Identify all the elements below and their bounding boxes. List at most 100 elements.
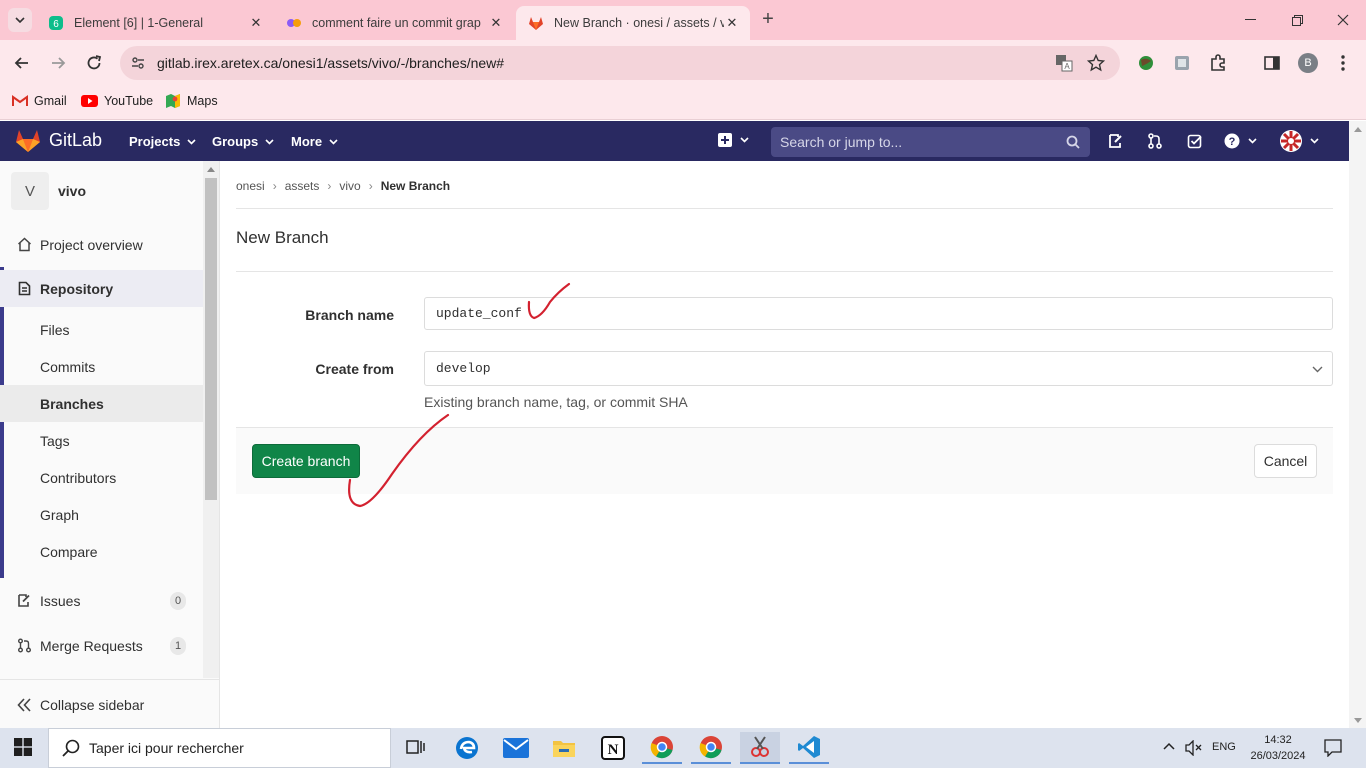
back-button[interactable] <box>12 53 32 73</box>
browser-tab[interactable]: comment faire un commit grap ✕ <box>274 6 514 40</box>
bookmark-star-icon[interactable] <box>1087 54 1105 72</box>
extensions-puzzle-icon[interactable] <box>1209 54 1227 72</box>
new-tab-button[interactable]: + <box>758 9 778 30</box>
nav-more[interactable]: More <box>291 134 338 149</box>
extension-icon[interactable] <box>1173 54 1191 72</box>
forward-button[interactable] <box>48 53 68 73</box>
breadcrumb-current: New Branch <box>380 179 451 193</box>
sidebar-item-label: Files <box>40 321 70 338</box>
start-button[interactable] <box>14 738 32 756</box>
nav-label: Projects <box>129 134 181 149</box>
search-icon <box>62 739 80 757</box>
gitlab-brand: GitLab <box>49 130 103 150</box>
minimize-icon <box>1244 19 1256 20</box>
cancel-button[interactable]: Cancel <box>1254 444 1317 478</box>
sidebar-item-contributors[interactable]: Contributors <box>0 459 203 496</box>
edge-icon <box>456 737 478 759</box>
chevron-down-icon <box>1248 138 1257 144</box>
breadcrumb-link[interactable]: onesi <box>236 179 265 193</box>
sidebar-item-label: Commits <box>40 358 96 375</box>
breadcrumb-link[interactable]: vivo <box>339 179 360 193</box>
scrollbar-thumb[interactable] <box>205 178 217 500</box>
gmail-icon <box>12 95 28 107</box>
svg-text:?: ? <box>1229 136 1236 148</box>
profile-avatar[interactable]: B <box>1298 53 1318 73</box>
show-hidden-icons-button[interactable] <box>1163 742 1175 750</box>
sidebar-item-graph[interactable]: Graph <box>0 496 203 533</box>
help-menu-button[interactable]: ? <box>1224 133 1257 149</box>
issues-nav-button[interactable] <box>1108 133 1124 149</box>
taskbar-notion[interactable]: N <box>593 732 633 764</box>
translate-icon[interactable]: A <box>1055 54 1073 72</box>
taskbar-paint[interactable] <box>740 732 780 764</box>
reload-button[interactable] <box>84 53 104 73</box>
issues-icon <box>17 593 32 608</box>
sidebar-scrollbar[interactable] <box>203 161 219 678</box>
nav-groups[interactable]: Groups <box>212 134 274 149</box>
sidebar-item-merge-requests[interactable]: Merge Requests 1 <box>0 627 203 664</box>
taskbar-chrome-profile[interactable] <box>691 732 731 764</box>
home-icon <box>17 237 32 252</box>
sidebar-item-branches[interactable]: Branches <box>0 385 203 422</box>
search-input[interactable]: Search or jump to... <box>771 127 1090 157</box>
bookmark-youtube[interactable]: YouTube <box>81 92 153 110</box>
chevron-down-icon <box>1312 366 1323 373</box>
close-icon[interactable]: ✕ <box>724 15 740 31</box>
side-panel-icon[interactable] <box>1263 54 1281 72</box>
scroll-up-arrow[interactable] <box>207 167 215 172</box>
volume-button[interactable] <box>1185 740 1203 756</box>
scroll-up-arrow[interactable] <box>1354 127 1362 132</box>
taskbar-mail[interactable] <box>496 732 536 764</box>
merge-requests-nav-button[interactable] <box>1147 133 1163 149</box>
create-from-select[interactable]: develop <box>424 351 1333 386</box>
sidebar-item-compare[interactable]: Compare <box>0 533 203 570</box>
browser-menu-icon[interactable] <box>1335 54 1351 72</box>
address-bar[interactable]: gitlab.irex.aretex.ca/onesi1/assets/vivo… <box>120 46 1120 80</box>
gitlab-home-link[interactable]: GitLab <box>15 128 102 153</box>
minimize-window-button[interactable] <box>1240 10 1260 30</box>
nav-projects[interactable]: Projects <box>129 134 196 149</box>
taskbar-edge[interactable] <box>447 732 487 764</box>
user-menu-button[interactable] <box>1280 130 1319 152</box>
sidebar-item-tags[interactable]: Tags <box>0 422 203 459</box>
restore-window-button[interactable] <box>1287 10 1307 30</box>
browser-tab[interactable]: 6 Element [6] | 1-General ✕ <box>36 6 274 40</box>
page-scrollbar[interactable] <box>1349 121 1366 728</box>
collapse-sidebar-button[interactable]: Collapse sidebar <box>0 686 219 723</box>
chevron-down-icon <box>329 138 338 145</box>
taskbar-chrome[interactable] <box>642 732 682 764</box>
sidebar-item-label: Graph <box>40 506 79 523</box>
sidebar-item-commits[interactable]: Commits <box>0 348 203 385</box>
tab-search-button[interactable] <box>8 8 32 32</box>
new-menu-button[interactable] <box>718 133 749 147</box>
sidebar-project-header[interactable]: V vivo <box>11 172 86 210</box>
task-view-button[interactable] <box>396 732 436 764</box>
help-icon: ? <box>1224 133 1240 149</box>
sidebar-item-issues[interactable]: Issues 0 <box>0 582 203 619</box>
sidebar-item-label: Branches <box>40 395 104 412</box>
restore-icon <box>1291 14 1303 26</box>
taskbar-file-explorer[interactable] <box>544 732 584 764</box>
sidebar-item-repository[interactable]: Repository <box>0 270 203 307</box>
todos-nav-button[interactable] <box>1187 133 1203 149</box>
notifications-button[interactable] <box>1324 739 1342 757</box>
tab-title: comment faire un commit grap <box>312 16 481 30</box>
close-window-button[interactable] <box>1333 10 1353 30</box>
bookmark-maps[interactable]: Maps <box>165 92 218 110</box>
sidebar-item-files[interactable]: Files <box>0 311 203 348</box>
language-indicator[interactable]: ENG <box>1212 741 1236 753</box>
scroll-down-arrow[interactable] <box>1354 718 1362 723</box>
taskbar-vscode[interactable] <box>789 732 829 764</box>
breadcrumb-link[interactable]: assets <box>285 179 320 193</box>
site-settings-icon[interactable] <box>130 55 146 71</box>
browser-tab-active[interactable]: New Branch · onesi / assets / vi ✕ <box>516 6 750 40</box>
close-icon[interactable]: ✕ <box>488 15 504 31</box>
clock[interactable]: 14:32 26/03/2024 <box>1248 732 1308 764</box>
clock-date: 26/03/2024 <box>1250 750 1306 762</box>
extension-globe-icon[interactable] <box>1137 54 1155 72</box>
taskbar-search[interactable]: Taper ici pour rechercher <box>48 728 391 768</box>
bookmark-gmail[interactable]: Gmail <box>12 92 67 110</box>
close-icon[interactable]: ✕ <box>248 15 264 31</box>
tab-title: Element [6] | 1-General <box>74 16 204 30</box>
sidebar-item-project-overview[interactable]: Project overview <box>0 226 203 263</box>
